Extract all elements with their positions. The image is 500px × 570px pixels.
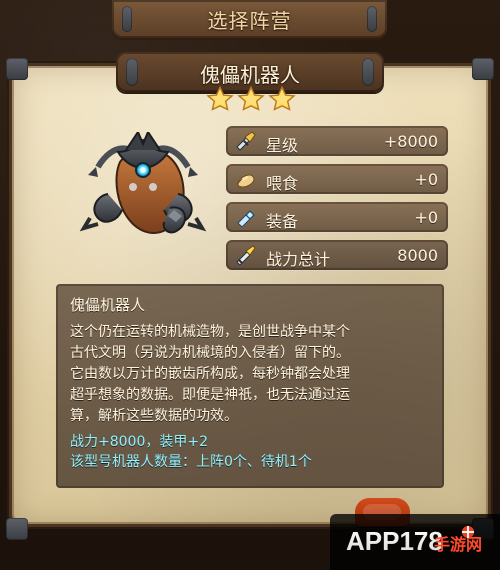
stat-value: +0 (414, 170, 438, 189)
robot-portrait (78, 129, 208, 242)
stat-value: +8000 (383, 132, 438, 151)
sword-total-icon (234, 245, 256, 266)
stat-label: 战力总计 (266, 250, 331, 269)
description-title: 傀儡机器人 (70, 296, 146, 314)
game-screen: 选择阵营 傀儡机器人 星级 +8000 喂食 +0 装备 +0 战力总计 800… (0, 0, 500, 570)
stat-label: 喂食 (266, 174, 299, 193)
stats-list: 星级 +8000 喂食 +0 装备 +0 战力总计 8000 (226, 126, 448, 278)
watermark: APP178 手游网 (330, 514, 500, 570)
stat-value: 8000 (397, 246, 438, 265)
star-icon (237, 85, 265, 113)
stat-row-equipment: 装备 +0 (226, 202, 448, 232)
svg-text:手游网: 手游网 (434, 535, 482, 554)
star-icon (268, 85, 296, 113)
sword-icon (234, 131, 256, 151)
star-icon (206, 85, 234, 113)
stat-label: 装备 (266, 212, 299, 231)
stat-row-star-level: 星级 +8000 (226, 126, 448, 156)
description-line: 超乎想象的数据。即便是神祇，也无法通过运 (70, 387, 350, 403)
description-body: 这个仍在运转的机械造物，是创世战争中某个 古代文明（另说为机械境的入侵者）留下的… (70, 322, 430, 427)
header-title: 选择阵营 (207, 9, 292, 33)
panel-corner-top-left (6, 58, 28, 80)
description-box: 傀儡机器人 这个仍在运转的机械造物，是创世战争中某个 古代文明（另说为机械境的入… (56, 284, 444, 488)
panel-corner-bottom-left (6, 518, 28, 540)
description-line: 古代文明（另说为机械境的入侵者）留下的。 (70, 345, 350, 361)
food-icon (234, 169, 256, 189)
stat-label: 星级 (266, 136, 299, 155)
svg-text:APP178: APP178 (346, 526, 443, 556)
equipment-icon (234, 207, 256, 228)
description-extra-line: 该型号机器人数量：上阵0个、待机1个 (70, 454, 312, 470)
panel-corner-top-right (472, 58, 494, 80)
description-line: 这个仍在运转的机械造物，是创世战争中某个 (70, 324, 350, 340)
stat-row-total-power: 战力总计 8000 (226, 240, 448, 270)
robot-illustration (79, 129, 207, 234)
description-extra-line: 战力+8000，装甲+2 (70, 434, 208, 450)
stat-row-feed: 喂食 +0 (226, 164, 448, 194)
description-extra: 战力+8000，装甲+2 该型号机器人数量：上阵0个、待机1个 (70, 432, 430, 472)
star-rating (206, 84, 296, 114)
description-line: 算，解析这些数据的功效。 (70, 408, 238, 424)
stat-value: +0 (414, 208, 438, 227)
app178-logo: APP178 手游网 (346, 526, 482, 556)
description-line: 它由数以万计的嵌齿所构成，每秒钟都会处理 (70, 366, 350, 382)
